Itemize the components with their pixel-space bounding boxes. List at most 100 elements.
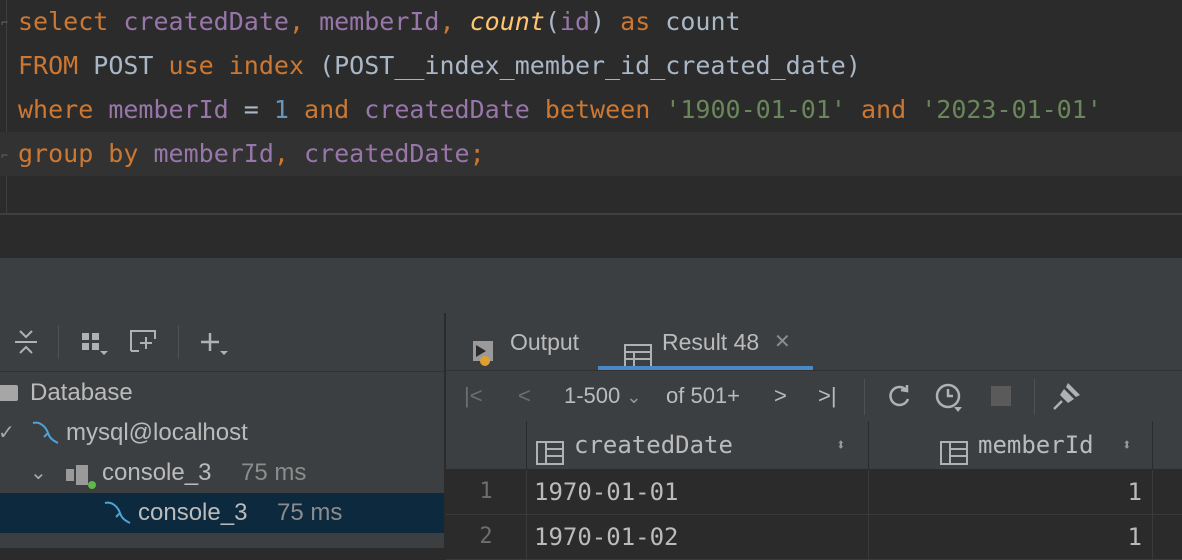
tab-label: Output xyxy=(510,329,580,355)
table-row[interactable]: 1 1970-01-01 1 xyxy=(446,470,1182,515)
column-divider xyxy=(526,421,527,469)
toolbar-separator xyxy=(1034,379,1035,415)
code-token: group by xyxy=(18,139,139,168)
last-page-icon[interactable]: >| xyxy=(818,381,837,411)
code-token: '2023-01-01' xyxy=(921,95,1102,124)
mysql-dolphin-icon xyxy=(102,499,132,540)
tree-item-label: mysql@localhost xyxy=(66,419,248,446)
toolbar-separator xyxy=(178,325,179,359)
code-token: , xyxy=(439,7,470,36)
column-divider xyxy=(868,470,869,514)
panel-splitter[interactable] xyxy=(0,258,1182,313)
close-icon[interactable]: ✕ xyxy=(774,313,791,371)
code-token: where xyxy=(18,95,94,124)
fold-end-icon[interactable]: ⌐ xyxy=(1,148,11,162)
group-by-icon[interactable] xyxy=(80,327,110,357)
code-token: createdDate xyxy=(304,139,470,168)
code-token: 1 xyxy=(273,95,289,124)
editor-empty-area xyxy=(0,215,1182,258)
code-line-1[interactable]: select createdDate, memberId, count(id) … xyxy=(18,0,741,44)
row-number: 1 xyxy=(479,479,493,504)
code-token: FROM xyxy=(18,51,79,80)
code-token: memberId xyxy=(319,7,440,36)
column-divider xyxy=(868,515,869,559)
column-divider xyxy=(1152,470,1153,514)
column-header-createdDate[interactable]: createdDate ⬍ xyxy=(536,421,856,469)
code-line-2[interactable]: FROM POST use index (POST__index_member_… xyxy=(18,44,861,88)
sql-editor[interactable]: select createdDate, memberId, count(id) … xyxy=(0,0,1182,258)
code-token: POST xyxy=(78,51,169,80)
page-range-dropdown[interactable]: 1-500 ⌄ xyxy=(564,381,642,411)
code-token: memberId xyxy=(153,139,274,168)
code-token: count xyxy=(469,7,545,36)
add-icon[interactable] xyxy=(198,327,230,357)
code-token: (POST__index_member_id_created_date) xyxy=(304,51,861,80)
column-divider xyxy=(1152,421,1153,469)
chevron-down-icon[interactable]: ✓ xyxy=(0,413,15,453)
code-token: select xyxy=(18,7,109,36)
history-icon[interactable] xyxy=(934,381,966,412)
total-rows: of 501+ xyxy=(666,383,741,408)
code-token: and xyxy=(861,95,907,124)
code-token: ; xyxy=(469,139,485,168)
column-divider xyxy=(526,515,527,559)
code-token: index xyxy=(228,51,305,80)
column-header-memberId[interactable]: memberId ⬍ xyxy=(940,421,1140,469)
code-line-3[interactable]: where memberId = 1 and createdDate betwe… xyxy=(18,88,1102,132)
pin-icon[interactable] xyxy=(1052,381,1082,411)
column-label: memberId xyxy=(978,431,1094,459)
code-token: createdDate xyxy=(123,7,289,36)
code-token: ) xyxy=(590,7,621,36)
code-token: as xyxy=(620,7,651,36)
results-tabs: Output Result 48 ✕ xyxy=(446,313,1182,371)
sort-icon[interactable]: ⬍ xyxy=(1122,421,1132,469)
code-token: and xyxy=(304,95,350,124)
chevron-down-icon: ⌄ xyxy=(626,387,642,407)
next-page-icon[interactable]: > xyxy=(774,381,787,411)
tree-item-datasource[interactable]: ✓ mysql@localhost xyxy=(0,413,444,453)
chevron-down-icon[interactable]: ⌄ xyxy=(30,453,47,493)
tree-item-database[interactable]: Database xyxy=(0,373,444,413)
editor-gutter-line xyxy=(6,0,7,214)
services-toolbar xyxy=(0,313,444,372)
stop-icon[interactable] xyxy=(990,381,1012,411)
services-tree-panel: Database ✓ mysql@localhost ⌄ console_3 7… xyxy=(0,313,444,548)
code-token: = xyxy=(228,95,274,124)
new-query-console-icon[interactable] xyxy=(127,327,161,357)
toolbar-separator xyxy=(58,325,59,359)
code-token: use xyxy=(168,51,214,80)
result-grid-header: createdDate ⬍ memberId ⬍ xyxy=(446,421,1182,470)
fold-start-icon[interactable]: ⌐ xyxy=(1,15,11,29)
column-divider xyxy=(868,421,869,469)
sort-icon[interactable]: ⬍ xyxy=(836,421,846,469)
collapse-all-icon[interactable] xyxy=(12,327,40,357)
row-number: 2 xyxy=(479,524,493,549)
tree-item-console[interactable]: ⌄ console_3 75 ms xyxy=(0,453,444,493)
tree-item-label: console_3 xyxy=(138,499,248,526)
tab-label: Result 48 xyxy=(662,329,760,355)
table-row[interactable]: 2 1970-01-02 1 xyxy=(446,515,1182,560)
reload-icon[interactable] xyxy=(886,381,912,411)
folder-icon xyxy=(0,385,18,401)
cell-createdDate[interactable]: 1970-01-01 xyxy=(534,470,679,514)
cell-createdDate[interactable]: 1970-01-02 xyxy=(534,515,679,559)
code-token: ( xyxy=(544,7,560,36)
tree-item-session[interactable]: console_3 75 ms xyxy=(0,493,444,533)
code-token: '1900-01-01' xyxy=(665,95,846,124)
code-line-4[interactable]: group by memberId, createdDate; xyxy=(0,132,1182,176)
code-token: , xyxy=(273,139,305,168)
cell-memberId[interactable]: 1 xyxy=(876,515,1142,559)
prev-page-icon[interactable]: < xyxy=(518,381,531,411)
active-tab-indicator xyxy=(598,366,813,370)
cell-memberId[interactable]: 1 xyxy=(876,470,1142,514)
result-toolbar: |< < 1-500 ⌄ of 501+ > >| xyxy=(446,371,1182,422)
first-page-icon[interactable]: |< xyxy=(464,381,483,411)
code-token: createdDate xyxy=(364,95,530,124)
